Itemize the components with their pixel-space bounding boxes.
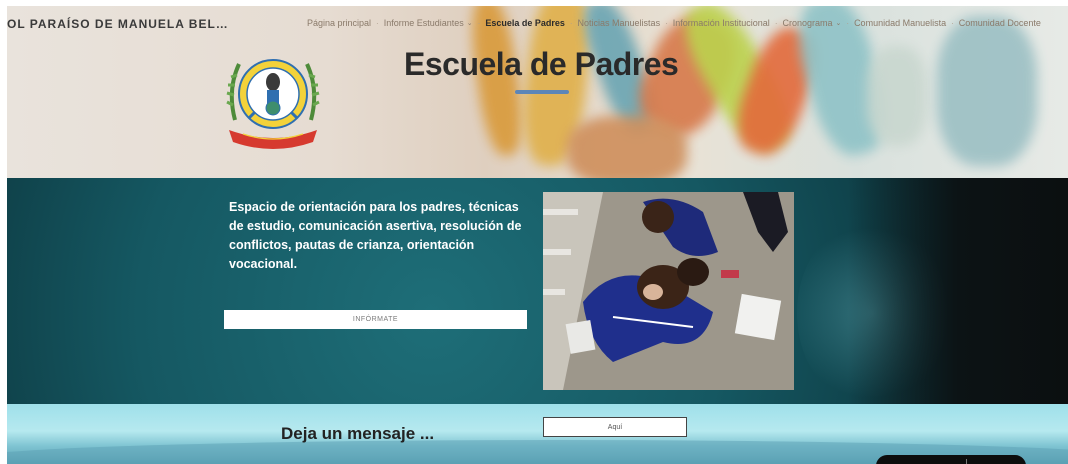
nav-item-5[interactable]: Cronograma ⌄ (782, 18, 841, 28)
page-title: Escuela de Padres (404, 46, 679, 82)
nav-item-label: Escuela de Padres (485, 18, 565, 28)
nav-item-6[interactable]: Comunidad Manuelista (854, 18, 946, 28)
chevron-down-icon: ⌄ (835, 20, 842, 27)
nav-separator: · (477, 18, 481, 28)
nav-separator: · (774, 18, 778, 28)
nav-item-label: Información Institucional (672, 18, 770, 28)
nav-item-label: Comunidad Manuelista (854, 18, 947, 28)
section-description: Espacio de orientación para los padres, … (229, 200, 522, 271)
school-crest-logo[interactable] (225, 50, 321, 150)
chat-widget[interactable] (876, 455, 1026, 464)
nav-item-3[interactable]: Noticias Manuelistas (578, 18, 661, 28)
content-band: Espacio de orientación para los padres, … (7, 178, 1068, 404)
nav-separator: · (376, 18, 379, 28)
nav-separator: · (569, 18, 573, 28)
nav-item-0[interactable]: Página principal (307, 18, 371, 28)
title-underline (515, 90, 569, 94)
nav-item-label: Cronograma (782, 18, 833, 28)
site-title[interactable]: OL PARAÍSO DE MANUELA BEL… (7, 17, 229, 31)
aqui-button[interactable]: Aquí (543, 417, 687, 437)
nav-item-2[interactable]: Escuela de Padres (485, 18, 565, 28)
informate-button[interactable]: INFÓRMATE (224, 310, 527, 329)
nav-item-label: Página principal (307, 18, 372, 28)
nav-item-label: Noticias Manuelistas (577, 18, 661, 28)
nav-item-1[interactable]: Informe Estudiantes ⌄ (384, 18, 473, 28)
nav-separator: · (951, 18, 954, 28)
students-photo (543, 192, 794, 390)
chevron-down-icon: ⌄ (466, 20, 473, 27)
hero-banner: OL PARAÍSO DE MANUELA BEL… Página princi… (7, 6, 1068, 178)
nav-item-label: Comunidad Docente (958, 18, 1041, 28)
main-navigation: Página principal · Informe Estudiantes ⌄ · Es… (307, 18, 1041, 28)
nav-separator: · (846, 18, 850, 28)
nav-item-label: Informe Estudiantes (383, 18, 464, 28)
nav-item-7[interactable]: Comunidad Docente (959, 18, 1041, 28)
nav-item-4[interactable]: Información Institucional (673, 18, 770, 28)
message-section: Deja un mensaje ... Aquí (7, 404, 1068, 464)
message-heading: Deja un mensaje ... (281, 424, 435, 443)
nav-separator: · (665, 18, 668, 28)
